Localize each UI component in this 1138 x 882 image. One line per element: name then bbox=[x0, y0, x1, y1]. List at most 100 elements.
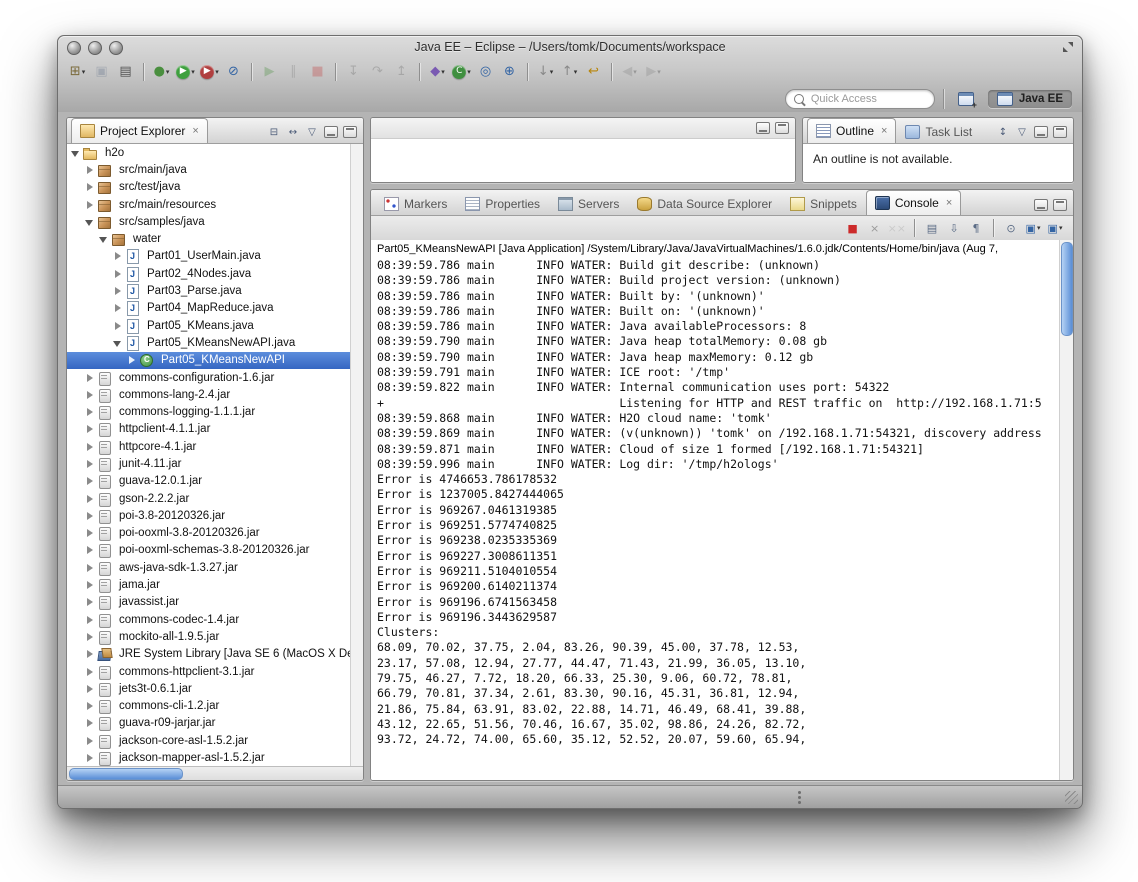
tree-item[interactable]: h2o bbox=[67, 144, 351, 161]
disclosure-triangle-icon[interactable] bbox=[113, 321, 123, 331]
new-wizard-button[interactable]: ⊞ ▾ bbox=[66, 61, 89, 82]
tree-item[interactable]: poi-ooxml-3.8-20120326.jar bbox=[67, 525, 351, 542]
sash-handle[interactable] bbox=[798, 791, 801, 794]
tree-item[interactable]: httpcore-4.1.jar bbox=[67, 438, 351, 455]
debug-button[interactable]: ● ▾ bbox=[150, 61, 173, 82]
forward-button[interactable]: ▶ ▾ bbox=[642, 61, 665, 82]
quick-access-input[interactable] bbox=[808, 91, 908, 106]
minimize-view-button[interactable] bbox=[324, 126, 338, 138]
tree-item[interactable]: commons-codec-1.4.jar bbox=[67, 611, 351, 628]
minimize-view-button[interactable] bbox=[756, 122, 770, 134]
pin-console-button[interactable]: ⊙ ▾ bbox=[1001, 219, 1021, 237]
suspend-button[interactable]: ∥ ▾ bbox=[282, 61, 305, 82]
tree-item[interactable]: aws-java-sdk-1.3.27.jar bbox=[67, 559, 351, 576]
tree-item[interactable]: commons-configuration-1.6.jar bbox=[67, 369, 351, 386]
close-icon[interactable]: × bbox=[192, 125, 198, 137]
new-java-class-button[interactable]: C ▾ bbox=[450, 61, 473, 82]
skip-breakpoints-button[interactable]: ⊘ ▾ bbox=[222, 61, 245, 82]
tree-item[interactable]: jackson-core-asl-1.5.2.jar bbox=[67, 732, 351, 749]
tree-item[interactable]: commons-logging-1.1.1.jar bbox=[67, 403, 351, 421]
maximize-view-button[interactable] bbox=[1053, 126, 1067, 138]
next-annotation-button[interactable]: ↓ ▾ bbox=[534, 61, 557, 82]
link-with-editor-button[interactable]: ↔ bbox=[286, 125, 300, 139]
resize-grip[interactable] bbox=[1065, 791, 1078, 804]
vertical-scrollbar[interactable] bbox=[1059, 240, 1073, 780]
new-java-ee-project-button[interactable]: ◆ ▾ bbox=[426, 61, 449, 82]
tree-item[interactable]: mockito-all-1.9.5.jar bbox=[67, 628, 351, 645]
editor-area-body[interactable] bbox=[371, 139, 795, 182]
disclosure-triangle-icon[interactable] bbox=[85, 373, 95, 383]
tree-item[interactable]: Part02_4Nodes.java bbox=[67, 265, 351, 282]
tree-item[interactable]: commons-lang-2.4.jar bbox=[67, 386, 351, 403]
remove-all-terminated-button[interactable]: ×× ▾ bbox=[887, 219, 907, 237]
disclosure-triangle-icon[interactable] bbox=[85, 632, 95, 642]
tab-markers[interactable]: Markers × bbox=[375, 192, 456, 215]
java-search-button[interactable]: ◎ ▾ bbox=[474, 61, 497, 82]
tree-item[interactable]: jama.jar bbox=[67, 576, 351, 594]
tree-item[interactable]: JRE System Library [Java SE 6 (MacOS X D… bbox=[67, 646, 351, 663]
minimize-view-button[interactable] bbox=[1034, 126, 1048, 138]
tree-item[interactable]: commons-httpclient-3.1.jar bbox=[67, 663, 351, 680]
collapse-all-button[interactable]: ⊟ bbox=[267, 125, 281, 139]
print-button[interactable]: ▤ ▾ bbox=[114, 61, 137, 82]
tab-task-list[interactable]: Task List × bbox=[896, 120, 981, 143]
disclosure-triangle-icon[interactable] bbox=[85, 528, 95, 538]
maximize-view-button[interactable] bbox=[775, 122, 789, 134]
open-web-browser-button[interactable]: ⊕ ▾ bbox=[498, 61, 521, 82]
tab-project-explorer[interactable]: Project Explorer × bbox=[71, 118, 208, 143]
tree-item[interactable]: poi-ooxml-schemas-3.8-20120326.jar bbox=[67, 542, 351, 559]
disclosure-triangle-icon[interactable] bbox=[71, 148, 81, 158]
word-wrap-button[interactable]: ¶ ▾ bbox=[966, 219, 986, 237]
tree-item[interactable]: javassist.jar bbox=[67, 594, 351, 611]
disclosure-triangle-icon[interactable] bbox=[85, 736, 95, 746]
tree-item[interactable]: Part05_KMeansNewAPI.java bbox=[67, 334, 351, 351]
close-button[interactable] bbox=[67, 41, 81, 55]
last-edit-location-button[interactable]: ↩ ▾ bbox=[582, 61, 605, 82]
tab-properties[interactable]: Properties × bbox=[456, 192, 549, 215]
tab-data-source-explorer[interactable]: Data Source Explorer × bbox=[628, 192, 781, 215]
tree-item[interactable]: Part04_MapReduce.java bbox=[67, 300, 351, 317]
disclosure-triangle-icon[interactable] bbox=[85, 649, 95, 659]
disclosure-triangle-icon[interactable] bbox=[85, 753, 95, 763]
run-button[interactable]: ▶ ▾ bbox=[174, 61, 197, 82]
disclosure-triangle-icon[interactable] bbox=[127, 355, 137, 365]
external-tools-button[interactable]: ▶ ▾ bbox=[198, 61, 221, 82]
tab-snippets[interactable]: Snippets × bbox=[781, 192, 866, 215]
disclosure-triangle-icon[interactable] bbox=[85, 615, 95, 625]
disclosure-triangle-icon[interactable] bbox=[85, 390, 95, 400]
tree-item[interactable]: src/samples/java bbox=[67, 213, 351, 230]
tree-item[interactable]: gson-2.2.2.jar bbox=[67, 490, 351, 507]
tree-item[interactable]: junit-4.11.jar bbox=[67, 455, 351, 472]
disclosure-triangle-icon[interactable] bbox=[85, 580, 95, 590]
disclosure-triangle-icon[interactable] bbox=[85, 165, 95, 175]
disclosure-triangle-icon[interactable] bbox=[85, 684, 95, 694]
tree-item[interactable]: jets3t-0.6.1.jar bbox=[67, 680, 351, 697]
minimize-button[interactable] bbox=[88, 41, 102, 55]
close-icon[interactable]: × bbox=[881, 125, 887, 137]
disclosure-triangle-icon[interactable] bbox=[113, 286, 123, 296]
back-button[interactable]: ◀ ▾ bbox=[618, 61, 641, 82]
tree-item[interactable]: src/main/resources bbox=[67, 196, 351, 213]
titlebar[interactable]: Java EE – Eclipse – /Users/tomk/Document… bbox=[58, 36, 1082, 58]
view-menu-button[interactable]: ▽ bbox=[1015, 125, 1029, 139]
view-menu-button[interactable]: ▽ bbox=[305, 125, 319, 139]
disclosure-triangle-icon[interactable] bbox=[85, 217, 95, 227]
close-icon[interactable]: × bbox=[946, 197, 952, 209]
tree-item[interactable]: jackson-mapper-asl-1.5.2.jar bbox=[67, 749, 351, 767]
step-over-button[interactable]: ↷ ▾ bbox=[366, 61, 389, 82]
tree-item[interactable]: poi-3.8-20120326.jar bbox=[67, 507, 351, 524]
zoom-button[interactable] bbox=[109, 41, 123, 55]
disclosure-triangle-icon[interactable] bbox=[85, 545, 95, 555]
perspective-java-ee-button[interactable]: Java EE bbox=[987, 89, 1072, 108]
step-into-button[interactable]: ↧ ▾ bbox=[342, 61, 365, 82]
console-output[interactable]: Part05_KMeansNewAPI [Java Application] /… bbox=[371, 240, 1060, 780]
disclosure-triangle-icon[interactable] bbox=[113, 251, 123, 261]
tree-item[interactable]: commons-cli-1.2.jar bbox=[67, 698, 351, 715]
open-perspective-button[interactable] bbox=[952, 88, 980, 110]
disclosure-triangle-icon[interactable] bbox=[85, 182, 95, 192]
disclosure-triangle-icon[interactable] bbox=[85, 701, 95, 711]
disclosure-triangle-icon[interactable] bbox=[85, 494, 95, 504]
disclosure-triangle-icon[interactable] bbox=[85, 718, 95, 728]
tab-servers[interactable]: Servers × bbox=[549, 192, 628, 215]
disclosure-triangle-icon[interactable] bbox=[85, 200, 95, 210]
